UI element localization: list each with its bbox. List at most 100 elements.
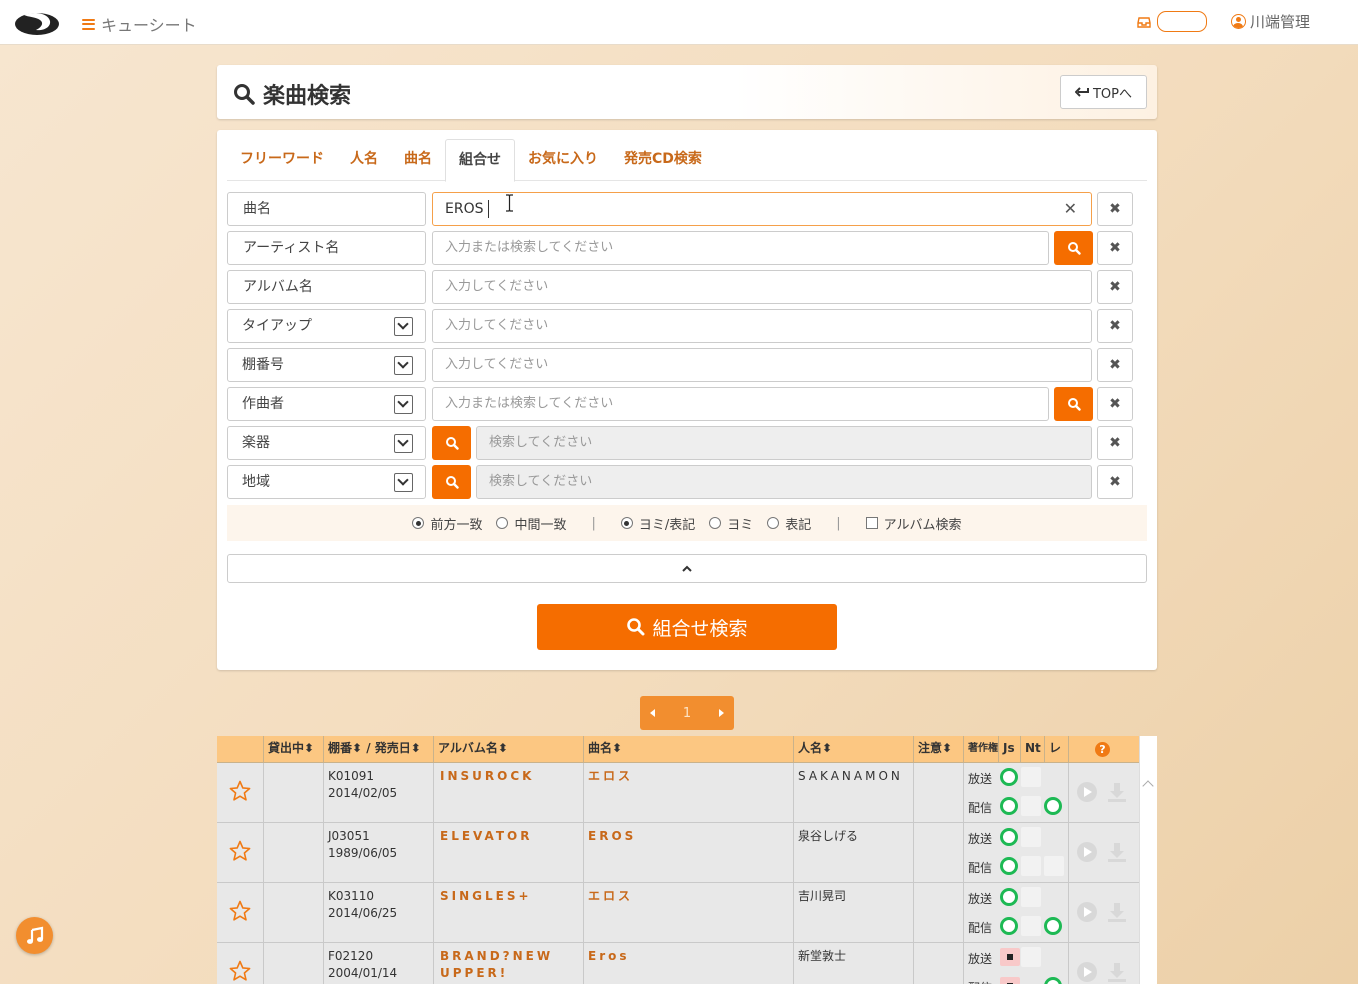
region-input[interactable]: 検索してください <box>476 465 1092 499</box>
search-tabs: フリーワード 人名 曲名 組合せ お気に入り 発売CD検索 <box>227 139 1147 182</box>
col-song[interactable]: 曲名⬍ <box>583 736 793 763</box>
remove-row-button[interactable]: ✖ <box>1097 387 1133 421</box>
chevron-up-icon[interactable] <box>1142 780 1154 792</box>
radio-notation[interactable]: 表記 <box>767 514 811 533</box>
empty-status <box>1021 827 1041 847</box>
radio-label: 表記 <box>785 517 812 533</box>
radio-partial-match[interactable]: 中間一致 <box>496 514 566 533</box>
album-search-checkbox[interactable]: アルバム検索 <box>865 514 962 533</box>
tab-cd-release[interactable]: 発売CD検索 <box>611 139 715 181</box>
radio-prefix-match[interactable]: 前方一致 <box>412 514 482 533</box>
remove-row-button[interactable]: ✖ <box>1097 426 1133 460</box>
col-note[interactable]: 注意⬍ <box>913 736 963 763</box>
composer-select[interactable]: 作曲者 <box>227 387 426 421</box>
tab-favorites[interactable]: お気に入り <box>515 139 611 181</box>
radio-reading-notation[interactable]: ヨミ/表記 <box>620 514 695 533</box>
col-shelf-date[interactable]: 棚番⬍ / 発売日⬍ <box>323 736 433 763</box>
next-page-icon[interactable] <box>719 709 724 717</box>
menu-toggle[interactable]: キューシート <box>82 12 197 36</box>
table-row[interactable]: K01091 2014/02/05 INSUROCK エロス SAKANAMON … <box>217 763 1139 823</box>
col-person[interactable]: 人名⬍ <box>793 736 913 763</box>
tieup-select[interactable]: タイアップ <box>227 309 426 343</box>
region-select[interactable]: 地域 <box>227 465 426 499</box>
col-album[interactable]: アルバム名⬍ <box>433 736 583 763</box>
download-icon[interactable] <box>1106 781 1128 803</box>
instrument-select[interactable]: 楽器 <box>227 426 426 460</box>
remove-row-button[interactable]: ✖ <box>1097 270 1133 304</box>
radio-label: 中間一致 <box>514 517 567 533</box>
tieup-select-value: タイアップ <box>242 318 312 334</box>
actions-cell <box>1068 763 1139 823</box>
tab-song[interactable]: 曲名 <box>391 139 445 181</box>
play-icon[interactable] <box>1076 961 1098 983</box>
song-link[interactable]: エロス <box>583 883 793 943</box>
favorite-star-icon[interactable] <box>228 839 252 863</box>
help-icon[interactable]: ? <box>1095 742 1110 757</box>
remove-row-button[interactable]: ✖ <box>1097 348 1133 382</box>
radio-label: 前方一致 <box>430 517 483 533</box>
user-menu[interactable]: 川端管理 <box>1230 11 1310 32</box>
tray-icon[interactable] <box>1137 15 1151 29</box>
region-search-button[interactable] <box>432 465 471 499</box>
lending-cell <box>263 943 323 984</box>
song-link[interactable]: EROS <box>583 823 793 883</box>
table-row[interactable]: J03051 1989/06/05 ELEVATOR EROS 泉谷しげる 放送 … <box>217 823 1139 883</box>
table-row[interactable]: F02120 2004/01/14 BRAND?NEW UPPER! Eros 新… <box>217 943 1139 984</box>
instrument-select-value: 楽器 <box>242 435 270 451</box>
remove-row-button[interactable]: ✖ <box>1097 231 1133 265</box>
broadcast-label: 放送 <box>968 952 993 966</box>
col-lending[interactable]: 貸出中⬍ <box>263 736 323 763</box>
album-link[interactable]: BRAND?NEW UPPER! <box>433 943 583 984</box>
shelf-input[interactable]: 入力してください <box>432 348 1092 382</box>
lending-cell <box>263 883 323 943</box>
submit-label: 組合せ検索 <box>652 617 748 640</box>
combination-search-button[interactable]: 組合せ検索 <box>537 604 837 650</box>
table-row[interactable]: K03110 2014/06/25 SINGLES+ エロス 吉川晃司 放送 配信 <box>217 883 1139 943</box>
top-button[interactable]: TOPへ <box>1060 75 1147 109</box>
album-link[interactable]: INSUROCK <box>433 763 583 823</box>
play-icon[interactable] <box>1076 901 1098 923</box>
album-link[interactable]: ELEVATOR <box>433 823 583 883</box>
album-link[interactable]: SINGLES+ <box>433 883 583 943</box>
shelf-select[interactable]: 棚番号 <box>227 348 426 382</box>
checkbox-unchecked <box>865 517 878 529</box>
remove-row-button[interactable]: ✖ <box>1097 309 1133 343</box>
song-link[interactable]: Eros <box>583 943 793 984</box>
clear-input-icon[interactable]: ✕ <box>1064 193 1077 225</box>
ok-circle-icon <box>1000 797 1018 815</box>
play-icon[interactable] <box>1076 781 1098 803</box>
composer-search-button[interactable] <box>1054 387 1093 421</box>
remove-row-button[interactable]: ✖ <box>1097 465 1133 499</box>
favorite-star-icon[interactable] <box>228 899 252 923</box>
tab-free-word[interactable]: フリーワード <box>227 139 337 181</box>
delivery-label: 配信 <box>968 921 993 935</box>
music-player-button[interactable] <box>16 917 53 954</box>
song-link[interactable]: エロス <box>583 763 793 823</box>
play-icon[interactable] <box>1076 841 1098 863</box>
tab-combination[interactable]: 組合せ <box>445 139 515 182</box>
instrument-search-button[interactable] <box>432 426 471 460</box>
tab-person[interactable]: 人名 <box>337 139 391 181</box>
collapse-options-button[interactable] <box>227 554 1147 583</box>
app-logo[interactable] <box>14 9 60 36</box>
prev-page-icon[interactable] <box>650 709 655 717</box>
composer-input[interactable]: 入力または検索してください <box>432 387 1049 421</box>
basket-count-box[interactable] <box>1156 11 1207 32</box>
download-icon[interactable] <box>1106 901 1128 923</box>
artist-search-button[interactable] <box>1054 231 1093 265</box>
song-input[interactable]: EROS ✕ <box>432 192 1092 226</box>
table-scrollbar[interactable] <box>1139 736 1157 984</box>
favorite-star-icon[interactable] <box>228 959 252 983</box>
remove-row-button[interactable]: ✖ <box>1097 192 1133 226</box>
shelf-cell: F02120 2004/01/14 <box>323 943 433 984</box>
album-input[interactable]: 入力してください <box>432 270 1092 304</box>
radio-reading[interactable]: ヨミ <box>709 514 753 533</box>
header-tools: 川端管理 <box>1137 11 1310 32</box>
artist-input[interactable]: 入力または検索してください <box>432 231 1049 265</box>
current-page[interactable]: 1 <box>683 706 691 721</box>
instrument-input[interactable]: 検索してください <box>476 426 1092 460</box>
favorite-star-icon[interactable] <box>228 779 252 803</box>
download-icon[interactable] <box>1106 961 1128 983</box>
download-icon[interactable] <box>1106 841 1128 863</box>
tieup-input[interactable]: 入力してください <box>432 309 1092 343</box>
